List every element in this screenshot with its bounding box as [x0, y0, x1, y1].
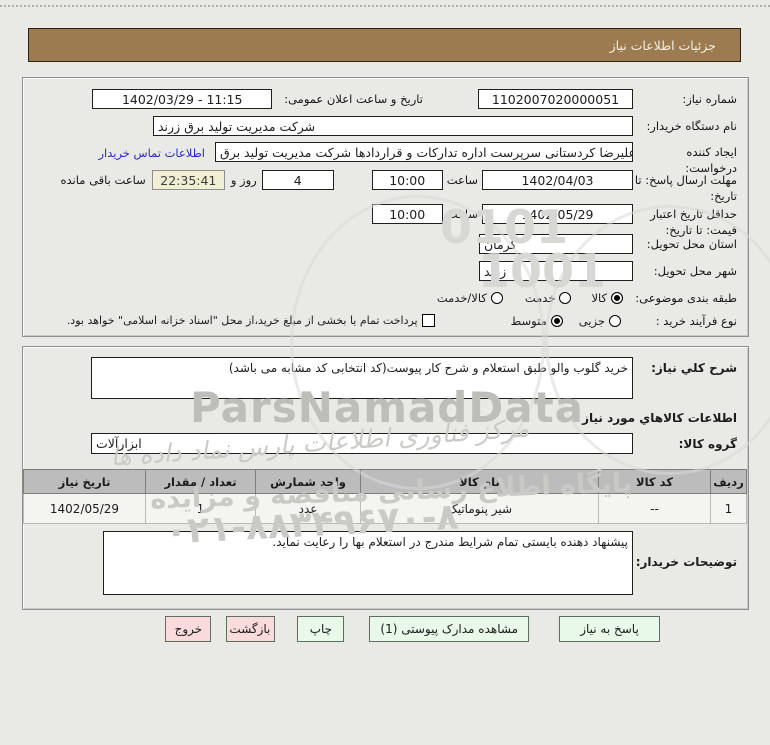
- validity-date-field[interactable]: 1402/05/29: [482, 204, 633, 224]
- hours-remaining-label: ساعت باقی مانده: [61, 170, 146, 189]
- cell-goods-name: شیر پنوماتیک: [361, 494, 599, 524]
- goods-info-header: اطلاعات كالاهاي مورد نياز: [582, 407, 737, 425]
- need-number-row: شماره نیاز: 1102007020000051 تاریخ و ساع…: [31, 89, 737, 109]
- cell-count-unit: عدد: [256, 494, 361, 524]
- col-goods-code: کد کالا: [599, 470, 711, 494]
- classification-radio-goods-service[interactable]: [491, 292, 503, 304]
- request-creator-field[interactable]: علیرضا کردستانی سرپرست اداره تدارکات و ق…: [215, 142, 633, 162]
- need-info-panel: شماره نیاز: 1102007020000051 تاریخ و ساع…: [22, 77, 749, 337]
- action-buttons-row: پاسخ به نیاز مشاهده مدارک پیوستی (1) چاپ…: [0, 616, 660, 642]
- subject-classification-label: طبقه بندی موضوعی:: [633, 288, 737, 307]
- response-deadline-label: مهلت ارسال پاسخ: تا تاریخ:: [633, 170, 737, 204]
- process-radio-medium[interactable]: [551, 315, 563, 327]
- col-need-date: تاریخ نیاز: [24, 470, 146, 494]
- deadline-date-field[interactable]: 1402/04/03: [482, 170, 633, 190]
- col-goods-name: نام کالا: [361, 470, 599, 494]
- delivery-city-field[interactable]: زرند: [479, 261, 633, 281]
- col-count-unit: واحد شمارش: [256, 470, 361, 494]
- buyer-org-label: نام دستگاه خریدار:: [633, 116, 737, 135]
- cell-need-date: 1402/05/29: [24, 494, 146, 524]
- need-number-label: شماره نیاز:: [633, 89, 737, 108]
- price-validity-label: حداقل تاریخ اعتبار قیمت: تا تاریخ:: [633, 204, 737, 238]
- page-title-bar: جزئیات اطلاعات نیاز: [28, 28, 741, 62]
- goods-info-panel: شرح كلي نياز: خرید گلوب والو طبق استعلام…: [22, 346, 749, 610]
- classification-option-goods: کالا: [591, 288, 607, 305]
- page-title: جزئیات اطلاعات نیاز: [610, 38, 740, 53]
- treasury-checkbox[interactable]: [422, 314, 435, 327]
- view-attached-docs-button[interactable]: مشاهده مدارک پیوستی (1): [369, 616, 529, 642]
- classification-radio-goods[interactable]: [611, 292, 623, 304]
- goods-table-header-row: ردیف کد کالا نام کالا واحد شمارش تعداد /…: [24, 470, 747, 494]
- process-option-medium: متوسط: [511, 311, 547, 328]
- goods-group-row: گروه كالا: ابزارآلات: [31, 433, 737, 454]
- print-button[interactable]: چاپ: [297, 616, 344, 642]
- process-radio-minor[interactable]: [609, 315, 621, 327]
- delivery-province-row: استان محل تحویل: کرمان: [31, 234, 737, 254]
- announce-datetime-field[interactable]: 1402/03/29 - 11:15: [92, 89, 272, 109]
- goods-group-field[interactable]: ابزارآلات: [91, 433, 633, 454]
- validity-time-field[interactable]: 10:00: [372, 204, 443, 224]
- need-description-label: شرح كلي نياز:: [633, 357, 737, 375]
- countdown-timer: 22:35:41: [152, 170, 225, 190]
- need-description-row: شرح كلي نياز: خرید گلوب والو طبق استعلام…: [31, 357, 737, 399]
- announce-datetime-label: تاریخ و ساعت اعلان عمومی:: [284, 89, 423, 108]
- buyer-notes-label: توضيحات خريدار:: [633, 531, 737, 569]
- back-button[interactable]: بازگشت: [226, 616, 275, 642]
- process-option-minor: جزیی: [579, 311, 605, 328]
- classification-option-service: خدمت: [525, 288, 556, 305]
- purchase-process-row: نوع فرآیند خرید : جزیی متوسط پرداخت تمام…: [31, 311, 737, 330]
- remaining-days-field[interactable]: 4: [262, 170, 334, 190]
- subject-classification-row: طبقه بندی موضوعی: کالا خدمت کالا/خدمت: [31, 288, 737, 307]
- delivery-city-label: شهر محل تحویل:: [633, 261, 737, 280]
- goods-info-header-row: اطلاعات كالاهاي مورد نياز: [31, 407, 737, 425]
- purchase-process-label: نوع فرآیند خرید :: [627, 311, 737, 330]
- delivery-city-row: شهر محل تحویل: زرند: [31, 261, 737, 281]
- exit-button[interactable]: خروج: [165, 616, 211, 642]
- goods-table-row: 1 -- شیر پنوماتیک عدد 1 1402/05/29: [24, 494, 747, 524]
- classification-option-goods-service: کالا/خدمت: [437, 288, 487, 305]
- col-quantity: تعداد / مقدار: [146, 470, 256, 494]
- respond-to-need-button[interactable]: پاسخ به نیاز: [559, 616, 660, 642]
- delivery-province-label: استان محل تحویل:: [633, 234, 737, 253]
- buyer-org-field[interactable]: شرکت مدیریت تولید برق زرند: [153, 116, 633, 136]
- delivery-province-field[interactable]: کرمان: [479, 234, 633, 254]
- col-row-number: ردیف: [711, 470, 747, 494]
- buyer-notes-row: توضيحات خريدار: پیشنهاد دهنده بایستی تما…: [31, 531, 737, 595]
- deadline-hour-label: ساعت: [447, 170, 478, 189]
- cell-quantity: 1: [146, 494, 256, 524]
- goods-group-label: گروه كالا:: [633, 433, 737, 451]
- validity-hour-label: ساعت: [447, 204, 478, 223]
- deadline-time-field[interactable]: 10:00: [372, 170, 443, 190]
- price-validity-row: حداقل تاریخ اعتبار قیمت: تا تاریخ: 1402/…: [31, 204, 737, 238]
- buyer-org-row: نام دستگاه خریدار: شرکت مدیریت تولید برق…: [31, 116, 737, 136]
- need-details-page: جزئیات اطلاعات نیاز شماره نیاز: 11020070…: [0, 0, 770, 745]
- need-description-field[interactable]: خرید گلوب والو طبق استعلام و شرح کار پیو…: [91, 357, 633, 399]
- buyer-contact-link[interactable]: اطلاعات تماس خریدار: [98, 142, 205, 160]
- need-number-field[interactable]: 1102007020000051: [478, 89, 633, 109]
- treasury-note-label: پرداخت تمام یا بخشی از مبلغ خرید،از محل …: [67, 311, 418, 327]
- cell-goods-code: --: [599, 494, 711, 524]
- classification-radio-service[interactable]: [559, 292, 571, 304]
- response-deadline-row: مهلت ارسال پاسخ: تا تاریخ: 1402/04/03 سا…: [31, 170, 737, 204]
- buyer-notes-field[interactable]: پیشنهاد دهنده بایستی تمام شرایط مندرج در…: [103, 531, 633, 595]
- goods-table: ردیف کد کالا نام کالا واحد شمارش تعداد /…: [23, 469, 747, 524]
- top-separator: [0, 5, 770, 7]
- days-and-label: روز و: [231, 170, 257, 189]
- cell-row-number: 1: [711, 494, 747, 524]
